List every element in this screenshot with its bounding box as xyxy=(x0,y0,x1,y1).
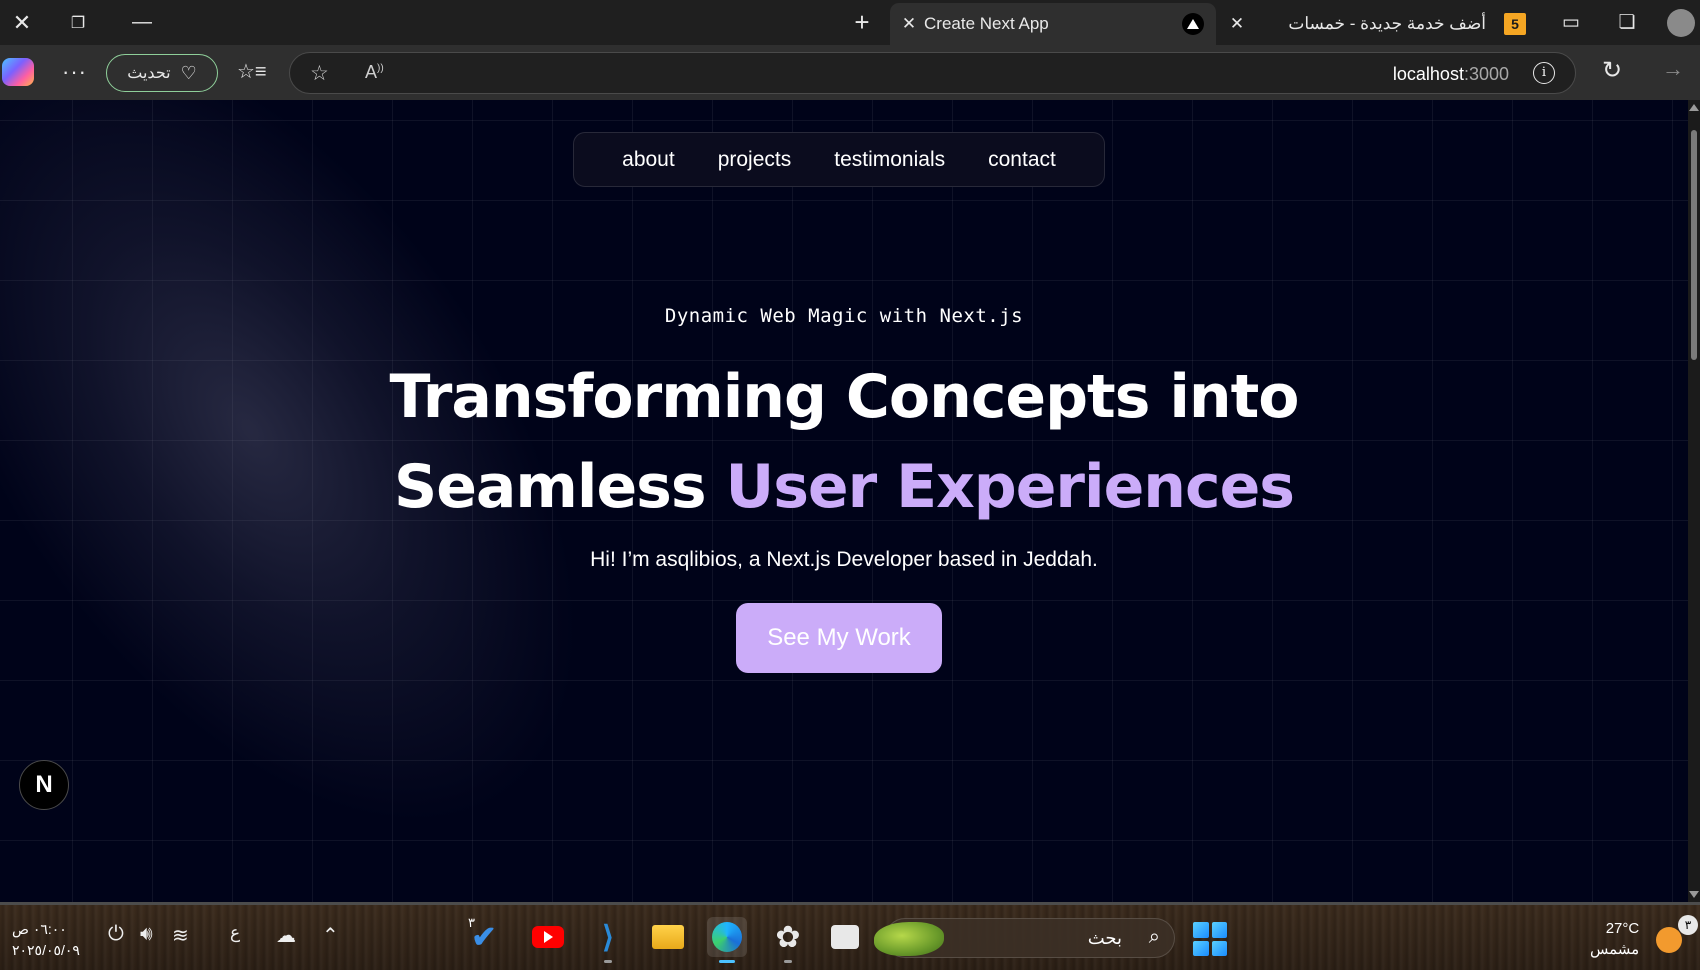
nextjs-dev-indicator[interactable]: N xyxy=(19,760,69,810)
taskbar-app-white[interactable] xyxy=(825,917,865,957)
scroll-down-arrow-icon[interactable] xyxy=(1689,891,1699,898)
profile-avatar[interactable] xyxy=(1666,0,1696,45)
close-window-icon[interactable]: ✕ xyxy=(4,0,40,45)
minimize-window-icon[interactable]: — xyxy=(124,0,160,45)
clock-time: ٠٦:٠٠ ص xyxy=(12,921,67,937)
headline-line-2-accent: User Experiences xyxy=(725,452,1295,522)
add-favorite-icon[interactable]: ☆ xyxy=(310,61,329,86)
search-highlight-chameleon-icon xyxy=(874,922,944,956)
edge-icon xyxy=(712,922,742,952)
chatgpt-app[interactable]: ✿ xyxy=(768,917,808,963)
wifi-icon[interactable]: ≋ xyxy=(172,923,189,948)
url-port: :3000 xyxy=(1463,64,1509,84)
browser-tab-bar: ✕ ❐ — + ✕ Create Next App ✕ أضف خدمة جدي… xyxy=(0,0,1700,45)
url-text[interactable]: localhost:3000 xyxy=(1393,64,1509,85)
avatar-icon xyxy=(1667,8,1695,37)
restore-window-icon[interactable]: ❐ xyxy=(60,0,96,45)
hero-headline: Transforming Concepts into Seamless User… xyxy=(0,352,1688,532)
weather-desc: مشمس xyxy=(1590,941,1640,958)
clock-date: ٢٠٢٥/٠٥/٠٩ xyxy=(12,942,80,958)
taskbar-search[interactable]: بحث ⌕ xyxy=(874,918,1175,958)
system-clock[interactable]: ٠٦:٠٠ ص ٢٠٢٥/٠٥/٠٩ xyxy=(12,919,80,961)
weather-widget[interactable]: 27°C مشمس xyxy=(1590,918,1639,960)
floating-navbar: about projects testimonials contact xyxy=(573,132,1105,187)
browser-health-icon: ♡ xyxy=(180,62,197,83)
tab-create-next-app[interactable]: ✕ Create Next App xyxy=(890,3,1216,45)
update-button[interactable]: تحديث ♡ xyxy=(106,54,218,92)
headline-line-1: Transforming Concepts into xyxy=(389,362,1299,432)
show-hidden-icons-icon[interactable]: ⌃ xyxy=(322,923,339,948)
page-viewport: about projects testimonials contact Dyna… xyxy=(0,100,1688,902)
site-info-icon[interactable]: i xyxy=(1533,62,1555,84)
file-explorer-app[interactable] xyxy=(648,917,688,957)
input-language[interactable]: ع xyxy=(230,923,240,943)
khamsat-favicon-icon: 5 xyxy=(1504,13,1526,35)
nav-link-about[interactable]: about xyxy=(622,148,675,172)
copilot-icon[interactable] xyxy=(2,58,34,86)
sunny-icon xyxy=(1656,927,1682,953)
power-icon[interactable]: ⏻ xyxy=(108,923,124,946)
forward-icon[interactable]: → xyxy=(1662,56,1684,82)
vercel-triangle-icon xyxy=(1182,13,1204,35)
weather-temp: 27°C xyxy=(1605,920,1640,937)
see-my-work-button[interactable]: See My Work xyxy=(736,603,942,673)
folder-icon xyxy=(652,925,684,949)
workspaces-icon[interactable]: ❏ xyxy=(1612,0,1642,45)
vscode-icon: ⟩ xyxy=(602,920,614,954)
nav-link-contact[interactable]: contact xyxy=(988,148,1056,172)
url-host: localhost xyxy=(1392,64,1464,84)
update-label: تحديث xyxy=(127,65,171,82)
favorites-list-icon[interactable]: ☆≡ xyxy=(237,59,267,84)
browser-toolbar: ··· تحديث ♡ ☆≡ ☆ A)) localhost:3000 i ↻ … xyxy=(0,45,1700,100)
new-tab-icon[interactable]: + xyxy=(844,0,880,45)
search-icon: ⌕ xyxy=(1148,926,1160,948)
youtube-app[interactable] xyxy=(528,917,568,957)
windows-taskbar: ٠٦:٠٠ ص ٢٠٢٥/٠٥/٠٩ ⏻ 🔊︎ ≋ ع ☁ ⌃ ✔ ٣ ⟩ ✿ … xyxy=(0,902,1700,970)
scroll-up-arrow-icon[interactable] xyxy=(1689,104,1699,111)
volume-icon[interactable]: 🔊︎ xyxy=(140,923,153,946)
hero-intro: Hi! I’m asqlibios, a Next.js Developer b… xyxy=(590,548,1098,571)
nav-link-testimonials[interactable]: testimonials xyxy=(834,148,945,172)
page-scrollbar[interactable] xyxy=(1688,100,1700,902)
notification-badge[interactable]: ٣ xyxy=(1678,915,1698,935)
window-app-icon xyxy=(831,925,859,949)
tab-title: أضف خدمة جديدة - خمسات xyxy=(1288,14,1486,33)
start-button[interactable] xyxy=(1193,922,1227,956)
todo-app[interactable]: ✔ ٣ xyxy=(464,915,504,957)
todo-check-icon: ✔ xyxy=(471,920,497,954)
nav-link-projects[interactable]: projects xyxy=(718,148,792,172)
scroll-thumb[interactable] xyxy=(1691,130,1697,360)
tab-close-icon[interactable]: ✕ xyxy=(894,14,924,34)
edge-app[interactable] xyxy=(707,917,747,963)
tab-khamsat[interactable]: ✕ أضف خدمة جديدة - خمسات 5 xyxy=(1218,3,1530,45)
chatgpt-icon: ✿ xyxy=(775,920,801,954)
tab-close-icon[interactable]: ✕ xyxy=(1222,14,1252,34)
address-bar[interactable]: ☆ A)) localhost:3000 i xyxy=(289,52,1576,94)
youtube-icon xyxy=(532,926,564,948)
headline-line-2-plain: Seamless xyxy=(394,452,726,522)
reload-icon[interactable]: ↻ xyxy=(1602,56,1622,85)
onedrive-icon[interactable]: ☁ xyxy=(276,923,296,948)
read-aloud-icon[interactable]: A)) xyxy=(365,62,384,83)
more-options-icon[interactable]: ··· xyxy=(62,59,87,85)
vscode-app[interactable]: ⟩ xyxy=(588,917,628,963)
tab-actions-icon[interactable]: ▭ xyxy=(1556,0,1586,45)
search-label: بحث xyxy=(1087,928,1122,948)
hero-eyebrow: Dynamic Web Magic with Next.js xyxy=(664,305,1024,327)
tab-title: Create Next App xyxy=(924,14,1049,33)
todo-badge: ٣ xyxy=(468,915,475,930)
